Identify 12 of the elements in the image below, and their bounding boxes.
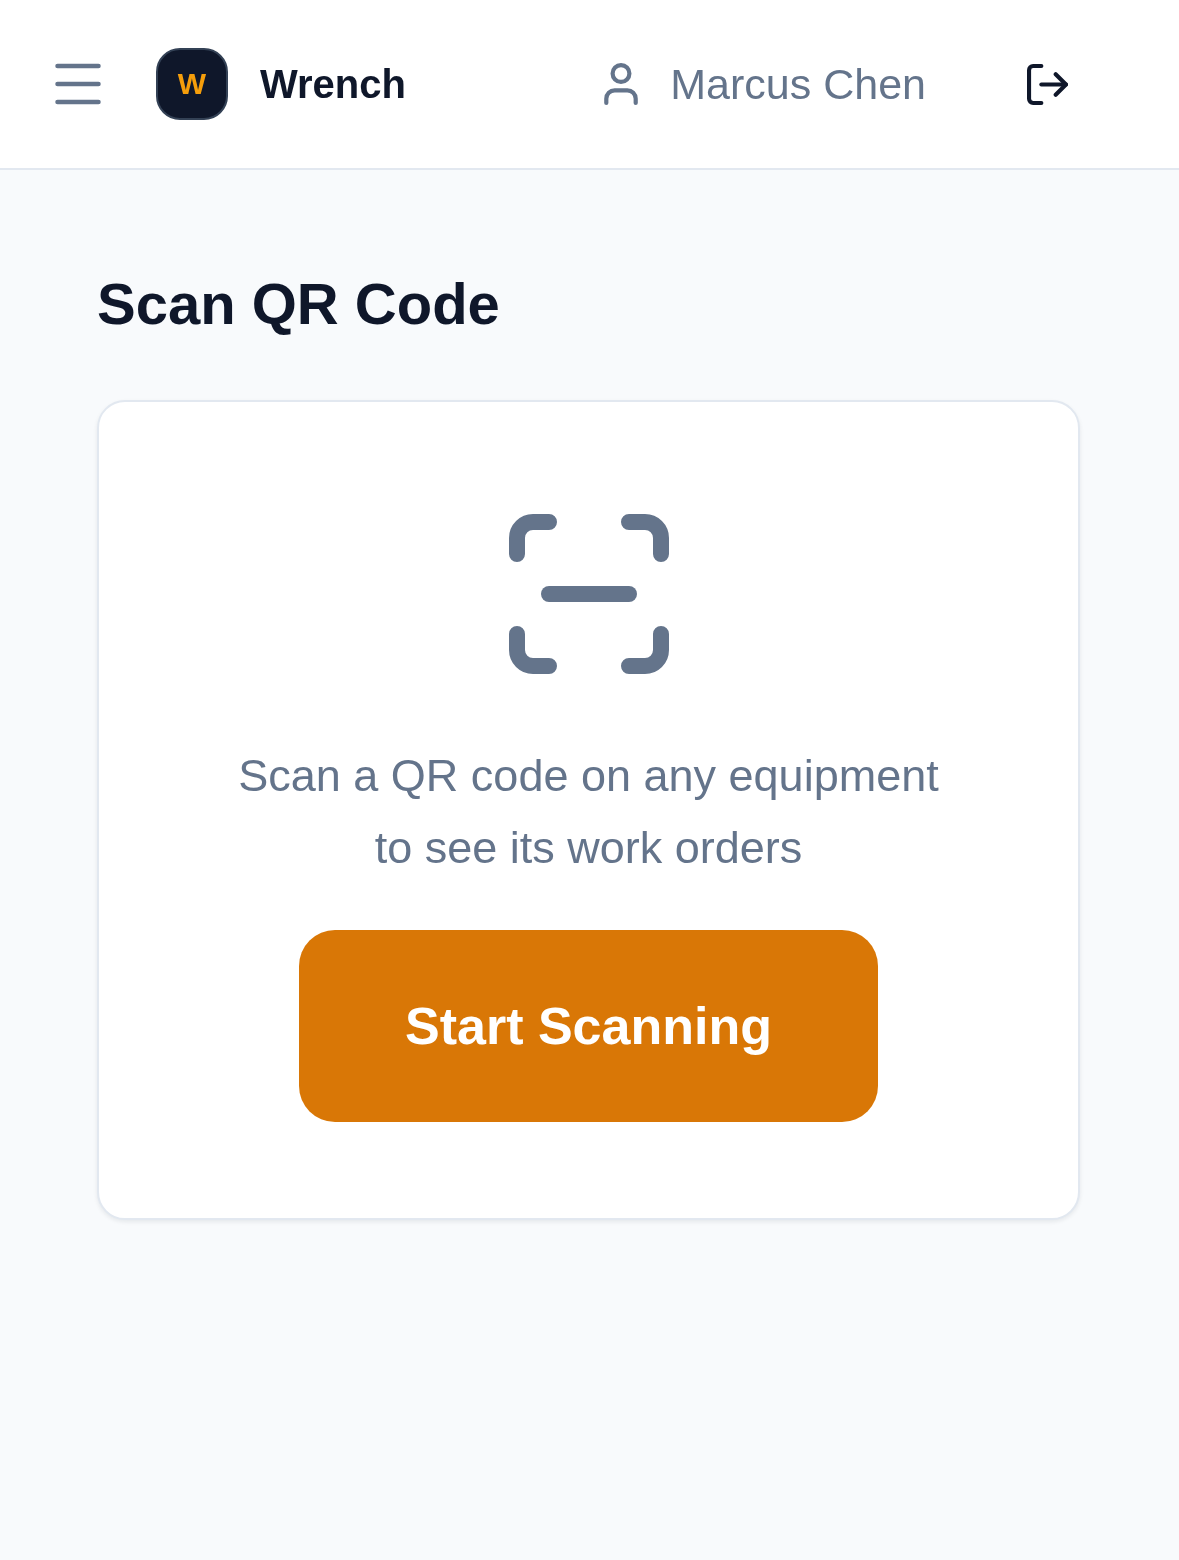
page-title: Scan QR Code (97, 270, 501, 338)
app-logo: W (156, 48, 228, 120)
scan-instructions: Scan a QR code on any equipment to see its work orders (237, 749, 940, 875)
start-scanning-button[interactable]: Start Scanning (299, 930, 878, 1122)
menu-button[interactable] (55, 63, 101, 105)
app-name: Wrench (260, 61, 406, 107)
user-icon (604, 63, 639, 105)
logout-icon (1027, 63, 1068, 105)
scan-icon (508, 514, 669, 674)
logout-button[interactable] (1027, 63, 1068, 105)
user-name: Marcus Chen (670, 59, 926, 109)
menu-icon (55, 63, 101, 105)
